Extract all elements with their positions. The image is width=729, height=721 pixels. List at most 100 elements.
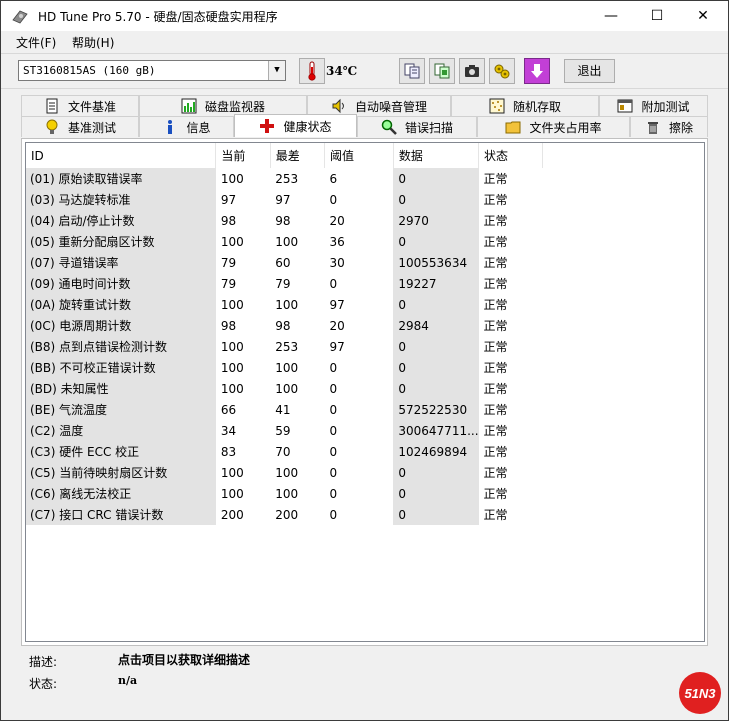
cell-status: 正常	[483, 277, 508, 291]
table-row[interactable]: (0C) 电源周期计数 98 98 20 2984 正常	[26, 315, 704, 336]
minimize-button[interactable]: —	[588, 1, 634, 31]
random-dots-icon	[489, 98, 505, 114]
copy-screenshot-button[interactable]	[429, 58, 455, 84]
cell-data: 0	[393, 294, 479, 315]
watermark-logo: 51N3	[679, 672, 721, 714]
cell-id: (05) 重新分配扇区计数	[26, 231, 216, 252]
exit-button[interactable]: 退出	[564, 59, 615, 83]
cell-threshold: 0	[329, 402, 338, 417]
tab-error-scan[interactable]: 错误扫描	[357, 116, 477, 137]
cell-data: 0	[393, 168, 479, 189]
column-header-threshold[interactable]: 阈值	[324, 143, 394, 168]
table-row[interactable]: (B8) 点到点错误检测计数 100 253 97 0 正常	[26, 336, 704, 357]
tab-label: 文件夹占用率	[529, 120, 602, 135]
tab-benchmark[interactable]: 基准测试	[21, 116, 139, 137]
screenshot-button[interactable]	[459, 58, 485, 84]
extra-tests-icon	[617, 99, 633, 113]
table-row[interactable]: (09) 通电时间计数 79 79 0 19227 正常	[26, 273, 704, 294]
cell-status: 正常	[483, 403, 508, 417]
smart-table: ID 当前 最差 阈值 数据 状态 (01) 原始读取错误率 100 253 6 0 正常…	[26, 143, 704, 525]
table-row[interactable]: (07) 寻道错误率 79 60 30 100553634 正常	[26, 252, 704, 273]
copy-text-button[interactable]	[399, 58, 425, 84]
speaker-icon	[332, 98, 344, 114]
column-header-current[interactable]: 当前	[215, 143, 271, 168]
description-label: 描述:	[29, 655, 58, 669]
table-row[interactable]: (0A) 旋转重试计数 100 100 97 0 正常	[26, 294, 704, 315]
table-row[interactable]: (03) 马达旋转标准 97 97 0 0 正常	[26, 189, 704, 210]
table-row[interactable]: (05) 重新分配扇区计数 100 100 36 0 正常	[26, 231, 704, 252]
cell-filler	[543, 462, 704, 483]
cell-worst: 253	[275, 339, 299, 354]
menu-bar: 文件(F) 帮助(H)	[1, 31, 728, 53]
cell-data: 572522530	[393, 399, 479, 420]
table-row[interactable]: (BE) 气流温度 66 41 0 572522530 正常	[26, 399, 704, 420]
save-icon	[531, 64, 543, 78]
cell-id: (01) 原始读取错误率	[26, 168, 216, 189]
cell-worst: 100	[275, 360, 299, 375]
cell-filler	[543, 273, 704, 294]
close-button[interactable]: ✕	[680, 1, 726, 31]
save-button[interactable]	[524, 58, 550, 84]
cell-data: 100553634	[393, 252, 479, 273]
menu-file[interactable]: 文件(F)	[16, 34, 56, 51]
camera-icon	[465, 65, 479, 77]
table-row[interactable]: (C3) 硬件 ECC 校正 83 70 0 102469894 正常	[26, 441, 704, 462]
tab-label: 健康状态	[283, 119, 332, 134]
document-icon	[46, 98, 58, 114]
cell-id: (C5) 当前待映射扇区计数	[26, 462, 216, 483]
cell-worst: 253	[275, 171, 299, 186]
cell-filler	[543, 399, 704, 420]
cell-threshold: 20	[329, 213, 345, 228]
cell-threshold: 0	[329, 276, 338, 291]
cell-current: 66	[220, 402, 237, 417]
cell-filler	[543, 378, 704, 399]
cell-filler	[543, 252, 704, 273]
tab-health[interactable]: 健康状态	[234, 114, 357, 137]
maximize-button[interactable]: ☐	[634, 1, 680, 31]
info-icon	[168, 120, 173, 134]
cell-worst: 60	[275, 255, 291, 270]
cell-worst: 59	[275, 423, 291, 438]
cell-current: 100	[220, 486, 244, 501]
cell-status: 正常	[483, 214, 508, 228]
tab-extra-tests[interactable]: 附加测试	[599, 95, 708, 116]
column-header-data[interactable]: 数据	[393, 143, 480, 168]
table-row[interactable]: (C2) 温度 34 59 0 300647711... 正常	[26, 420, 704, 441]
cell-filler	[543, 441, 704, 462]
table-row[interactable]: (C7) 接口 CRC 错误计数 200 200 0 0 正常	[26, 504, 704, 525]
table-row[interactable]: (04) 启动/停止计数 98 98 20 2970 正常	[26, 210, 704, 231]
cell-data: 0	[393, 336, 479, 357]
options-icon	[494, 64, 510, 79]
tab-file-benchmark[interactable]: 文件基准	[21, 95, 139, 116]
copy-screenshot-icon	[434, 63, 450, 79]
table-row[interactable]: (BD) 未知属性 100 100 0 0 正常	[26, 378, 704, 399]
cell-threshold: 0	[329, 465, 338, 480]
copy-text-icon	[404, 63, 420, 79]
column-header-status[interactable]: 状态	[478, 143, 544, 168]
cell-threshold: 0	[329, 423, 338, 438]
cell-status: 正常	[483, 340, 508, 354]
drive-select[interactable]: ST3160815AS (160 gB) ▼	[18, 60, 286, 81]
table-row[interactable]: (C6) 离线无法校正 100 100 0 0 正常	[26, 483, 704, 504]
cell-threshold: 0	[329, 381, 338, 396]
tab-folder-usage[interactable]: 文件夹占用率	[477, 116, 630, 137]
tab-info[interactable]: 信息	[139, 116, 234, 137]
chevron-down-icon[interactable]: ▼	[268, 61, 285, 80]
tab-label: 基准测试	[67, 120, 116, 135]
table-row[interactable]: (C5) 当前待映射扇区计数 100 100 0 0 正常	[26, 462, 704, 483]
tab-noise-management[interactable]: 自动噪音管理	[307, 95, 451, 116]
cell-current: 100	[220, 360, 244, 375]
tab-random-access[interactable]: 随机存取	[451, 95, 599, 116]
tab-erase[interactable]: 擦除	[630, 116, 708, 137]
cell-filler	[543, 336, 704, 357]
table-row[interactable]: (01) 原始读取错误率 100 253 6 0 正常	[26, 168, 704, 189]
column-header-id[interactable]: ID	[26, 143, 217, 168]
column-header-worst[interactable]: 最差	[270, 143, 326, 168]
table-row[interactable]: (BB) 不可校正错误计数 100 100 0 0 正常	[26, 357, 704, 378]
options-button[interactable]	[489, 58, 515, 84]
tab-disk-monitor[interactable]: 磁盘监视器	[139, 95, 307, 116]
cell-id: (0A) 旋转重试计数	[26, 294, 216, 315]
app-window: HD Tune Pro 5.70 - 硬盘/固态硬盘实用程序 — ☐ ✕ 文件(…	[0, 0, 729, 721]
menu-help[interactable]: 帮助(H)	[72, 34, 114, 51]
cell-status: 正常	[483, 424, 508, 438]
